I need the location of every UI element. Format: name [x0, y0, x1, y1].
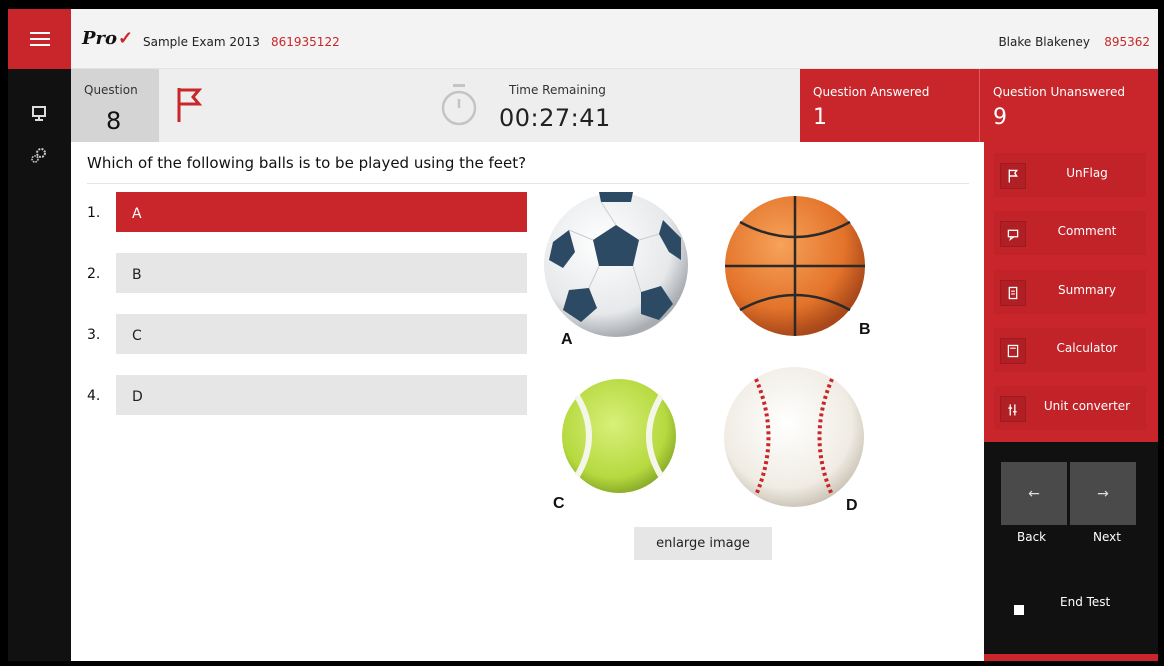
next-button[interactable]: → — [1070, 462, 1136, 525]
calculator-icon — [1000, 338, 1026, 364]
option-number: 3. — [87, 327, 101, 343]
unanswered-box: Question Unanswered 9 — [979, 69, 1158, 142]
time-remaining-label: Time Remaining — [509, 83, 606, 97]
comment-icon — [1000, 221, 1026, 247]
logo: Pro✓ — [82, 28, 133, 49]
question-number: 8 — [106, 107, 122, 135]
comment-label: Comment — [1057, 224, 1117, 238]
unit-converter-icon — [1000, 396, 1026, 422]
time-remaining-value: 00:27:41 — [499, 104, 611, 132]
answered-box: Question Answered 1 — [800, 69, 979, 142]
question-label: Question — [84, 83, 138, 97]
option-b[interactable]: B — [116, 253, 527, 293]
arrow-right-icon: → — [1097, 485, 1109, 502]
option-c[interactable]: C — [116, 314, 527, 354]
hamburger-icon — [29, 32, 50, 46]
question-number-box: Question 8 — [71, 69, 159, 142]
next-label: Next — [1093, 530, 1121, 544]
baseball-image — [724, 367, 864, 507]
logo-text: Pro — [82, 28, 118, 49]
unflag-button[interactable]: UnFlag — [994, 153, 1146, 197]
answered-count: 1 — [813, 105, 827, 130]
user-name: Blake Blakeney — [998, 35, 1090, 49]
left-rail — [8, 69, 71, 661]
option-d[interactable]: D — [116, 375, 527, 415]
end-test-label: End Test — [1060, 595, 1111, 609]
summary-button[interactable]: Summary — [994, 270, 1146, 314]
menu-button[interactable] — [8, 9, 71, 69]
option-number: 1. — [87, 205, 101, 221]
calculator-label: Calculator — [1056, 341, 1118, 355]
calculator-button[interactable]: Calculator — [994, 328, 1146, 372]
end-test-button[interactable]: End Test — [1000, 585, 1134, 635]
navigation-block: ← → Back Next End Test — [984, 442, 1158, 654]
image-letter-b: B — [859, 321, 871, 338]
soccer-ball-image — [544, 192, 688, 337]
comment-button[interactable]: Comment — [994, 211, 1146, 255]
top-bar: Pro✓ Sample Exam 2013 861935122 Blake Bl… — [71, 9, 1158, 69]
summary-icon — [1000, 280, 1026, 306]
back-label: Back — [1017, 530, 1047, 544]
unit-converter-button[interactable]: Unit converter — [994, 386, 1146, 430]
exam-title: Sample Exam 2013 — [143, 35, 260, 49]
flag-icon — [1000, 163, 1026, 189]
exam-code: 861935122 — [271, 35, 340, 49]
enlarge-image-button[interactable]: enlarge image — [634, 527, 772, 560]
image-letter-c: C — [553, 495, 565, 512]
option-number: 2. — [87, 266, 101, 282]
unflag-label: UnFlag — [1066, 166, 1108, 180]
basketball-image — [725, 196, 865, 336]
image-letter-d: D — [846, 497, 858, 514]
tennis-ball-image — [562, 379, 676, 493]
stopwatch-icon — [441, 84, 477, 126]
option-number: 4. — [87, 388, 101, 404]
summary-label: Summary — [1058, 283, 1116, 297]
gears-icon[interactable] — [30, 146, 48, 164]
monitor-icon[interactable] — [30, 105, 48, 123]
status-bar: Time Remaining 00:27:41 — [159, 69, 800, 142]
answered-label: Question Answered — [813, 85, 930, 99]
option-a[interactable]: A — [116, 192, 527, 232]
flag-icon[interactable] — [176, 86, 202, 124]
stop-icon — [1014, 605, 1024, 615]
question-text: Which of the following balls is to be pl… — [87, 154, 527, 172]
image-letter-a: A — [561, 331, 573, 348]
unanswered-count: 9 — [993, 105, 1007, 130]
arrow-left-icon: ← — [1028, 485, 1040, 502]
exam-window: Pro✓ Sample Exam 2013 861935122 Blake Bl… — [8, 9, 1158, 661]
user-id: 895362 — [1104, 35, 1150, 49]
unit-converter-label: Unit converter — [1043, 399, 1131, 413]
unanswered-label: Question Unanswered — [993, 85, 1125, 99]
logo-check-icon: ✓ — [118, 28, 134, 49]
bottom-accent-strip — [984, 654, 1158, 661]
back-button[interactable]: ← — [1001, 462, 1067, 525]
question-image: A B C D — [535, 184, 880, 524]
